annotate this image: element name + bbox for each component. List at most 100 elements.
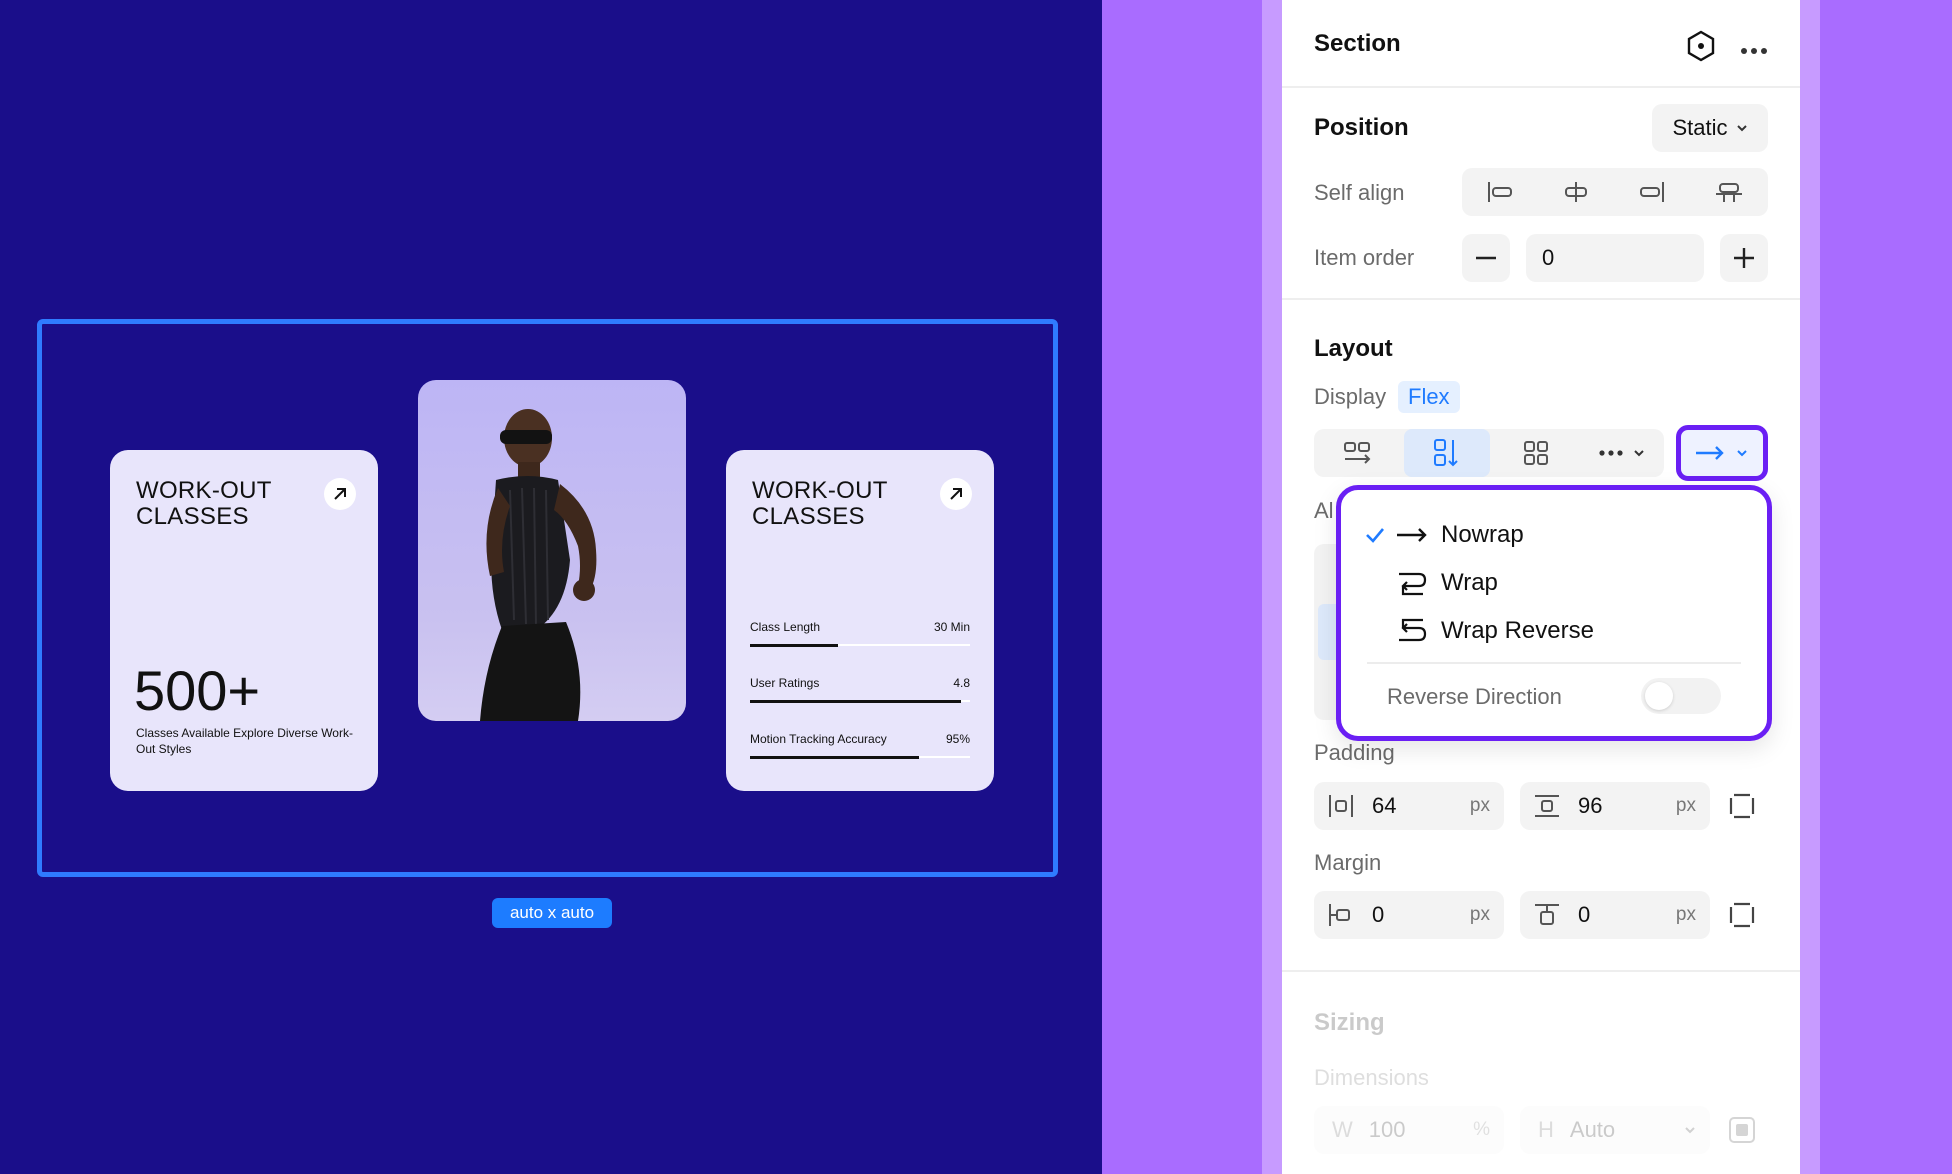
stat-label: Motion Tracking Accuracy [750,732,887,746]
divider [1282,86,1800,88]
plus-icon [1734,248,1754,268]
runner-illustration [480,409,597,721]
increment-button[interactable] [1720,234,1768,282]
toggle-knob [1645,682,1673,710]
workout-card-stats[interactable]: WORK-OUT CLASSES Class Length 30 Min Use… [726,450,994,791]
self-align-group [1462,168,1768,216]
width-unit: % [1473,1119,1490,1140]
position-select[interactable]: Static [1652,104,1768,152]
margin-horizontal-input[interactable]: 0 px [1314,891,1504,939]
margin-vertical-value: 0 [1578,902,1591,927]
panel-gutter-left [1262,0,1282,1174]
padding-label: Padding [1314,740,1395,765]
item-order-value: 0 [1542,245,1555,270]
design-canvas[interactable]: WORK-OUT CLASSES 500+ Classes Available … [0,0,1102,1174]
position-value: Static [1672,115,1728,140]
stat-value: 95% [945,732,970,746]
wrap-icon [1397,569,1441,597]
menu-item-nowrap[interactable]: Nowrap [1365,518,1524,552]
display-label: Display [1314,384,1387,409]
margin-vertical-icon [1532,902,1562,928]
class-count: 500+ [134,659,261,722]
component-icon[interactable] [1686,30,1716,67]
divider [1282,970,1800,972]
wrap-dropdown-menu: Nowrap Wrap Wrap Reverse Reverse Directi… [1336,485,1772,741]
card-description: Classes Available Explore Diverse Work-O… [136,726,353,756]
menu-item-wrap[interactable]: Wrap [1365,566,1498,600]
arrow-up-right-icon[interactable] [940,478,972,510]
stat-class-length: Class Length 30 Min [750,620,970,647]
self-align-label: Self align [1314,180,1405,205]
unit-label: px [1675,795,1696,816]
arrow-up-right-icon[interactable] [324,478,356,510]
margin-horizontal-value: 0 [1372,902,1385,927]
more-options-icon[interactable] [1740,42,1768,60]
direction-row-icon[interactable] [1314,429,1402,477]
card-title: WORK-OUT CLASSES [752,477,888,530]
wrap-select[interactable] [1676,425,1768,481]
aspect-ratio-icon[interactable] [1728,1116,1756,1149]
more-dots-icon [1599,450,1623,456]
stat-label: User Ratings [750,676,820,690]
stat-value: 30 Min [933,620,970,634]
item-order-label: Item order [1314,245,1415,270]
menu-item-label: Nowrap [1441,521,1524,548]
padding-vertical-value: 96 [1578,793,1603,818]
align-center-icon[interactable] [1538,168,1614,216]
layout-heading: Layout [1314,335,1393,362]
menu-item-wrap-reverse[interactable]: Wrap Reverse [1365,614,1594,648]
wrap-reverse-icon [1397,617,1441,645]
reverse-direction-toggle[interactable] [1641,678,1721,714]
padding-individual-icon[interactable] [1728,792,1756,825]
margin-label: Margin [1314,850,1382,875]
item-order-input[interactable]: 0 [1526,234,1704,282]
margin-individual-icon[interactable] [1728,901,1756,934]
unit-label: px [1469,795,1490,816]
dimensions-label: Dimensions [1314,1065,1429,1090]
margin-horizontal-icon [1326,902,1356,928]
minus-icon [1476,256,1496,260]
unit-label: px [1469,904,1490,925]
padding-horizontal-input[interactable]: 64 px [1314,782,1504,830]
chevron-down-icon [1736,125,1747,132]
grid-icon[interactable] [1492,429,1580,477]
stat-bar-fill [750,755,920,759]
display-value-badge[interactable]: Flex [1398,381,1460,413]
align-label-partial: Al [1314,498,1334,523]
workout-card-count[interactable]: WORK-OUT CLASSES 500+ Classes Available … [110,450,378,791]
padding-vertical-input[interactable]: 96 px [1520,782,1710,830]
flex-direction-group [1314,429,1664,477]
width-input[interactable]: W 100 % [1314,1106,1504,1154]
more-display-options[interactable] [1580,429,1664,477]
athlete-photo[interactable] [418,380,686,721]
height-prefix: H [1538,1117,1554,1142]
padding-horizontal-icon [1326,793,1356,819]
reverse-direction-label: Reverse Direction [1387,684,1562,709]
panel-title: Section [1314,30,1401,57]
height-input[interactable]: H Auto [1520,1106,1710,1154]
menu-item-label: Wrap [1441,569,1498,596]
chevron-down-icon [1634,450,1644,457]
align-start-icon[interactable] [1462,168,1538,216]
direction-column-icon[interactable] [1404,429,1490,477]
chevron-down-icon [1685,1127,1695,1134]
sizing-heading: Sizing [1314,1009,1385,1036]
stat-user-ratings: User Ratings 4.8 [750,676,970,703]
stat-value: 4.8 [953,676,970,690]
width-value: 100 [1368,1117,1406,1142]
size-badge: auto x auto [492,898,612,928]
padding-horizontal-value: 64 [1372,793,1397,818]
margin-vertical-input[interactable]: 0 px [1520,891,1710,939]
decrement-button[interactable] [1462,234,1510,282]
width-prefix: W [1332,1117,1353,1142]
position-heading: Position [1314,114,1409,141]
menu-item-label: Wrap Reverse [1441,617,1594,644]
panel-gutter-right [1800,0,1820,1174]
align-stretch-icon[interactable] [1690,168,1768,216]
align-end-icon[interactable] [1614,168,1690,216]
nowrap-arrow-icon [1397,528,1441,542]
stat-label: Class Length [750,620,821,634]
checkmark-icon [1365,527,1397,543]
unit-label: px [1675,904,1696,925]
stat-bar-fill [750,699,962,703]
